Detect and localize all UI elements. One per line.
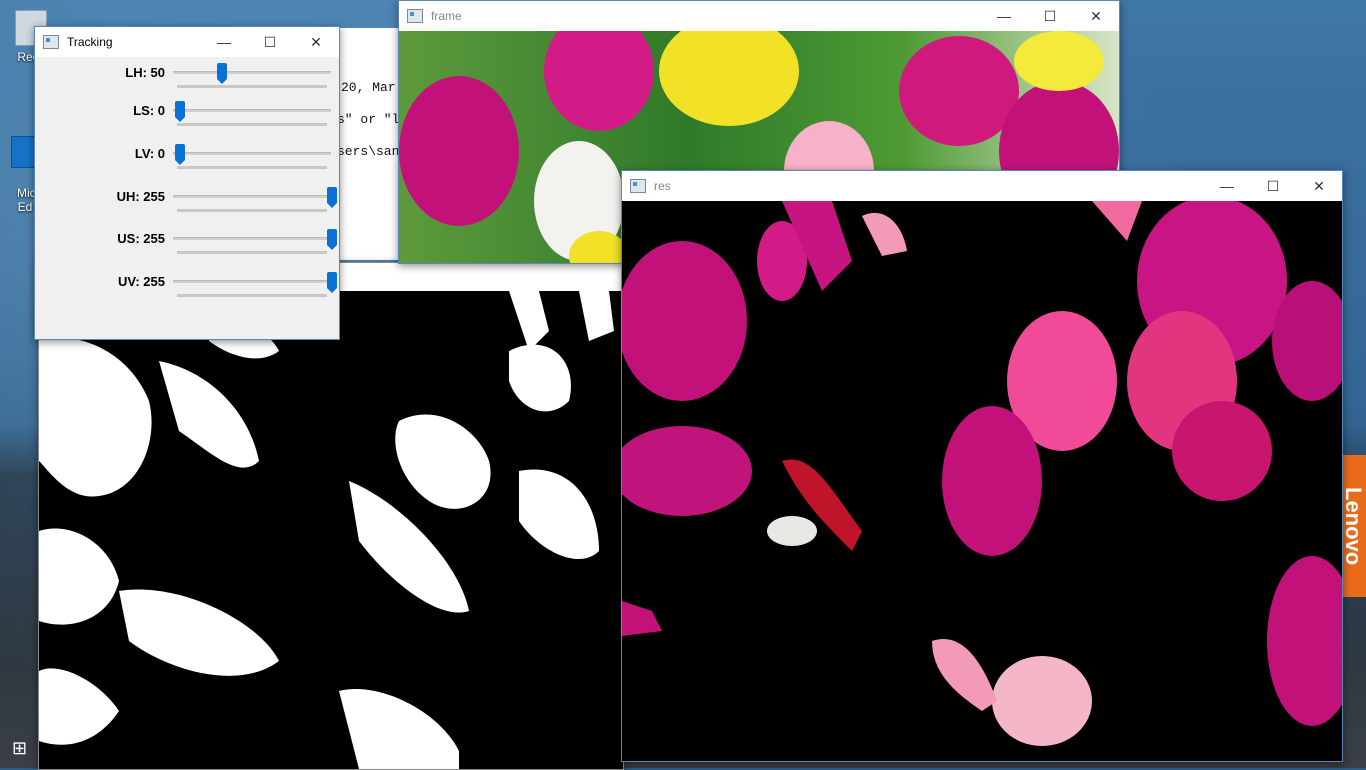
trackbar-tick-bar [177, 209, 327, 212]
frame-titlebar[interactable]: frame — ☐ ✕ [399, 1, 1119, 31]
console-line: sers\san [337, 144, 400, 159]
trackbar-rail[interactable] [173, 237, 331, 240]
trackbar-tick-bar [177, 294, 327, 297]
tracking-window[interactable]: Tracking — ☐ ✕ LH: 50 LS: 0 LV: 0 UH: 255 US… [34, 26, 340, 340]
close-button[interactable]: ✕ [1073, 1, 1119, 31]
trackbar-thumb[interactable] [327, 229, 337, 250]
minimize-button[interactable]: — [201, 27, 247, 57]
res-titlebar[interactable]: res — ☐ ✕ [622, 171, 1342, 201]
trackbar-tick-bar [177, 251, 327, 254]
trackbar-rail[interactable] [173, 71, 331, 74]
trackbar-label: LV: 0 [134, 146, 165, 161]
trackbar-rail[interactable] [173, 280, 331, 283]
maximize-button[interactable]: ☐ [247, 27, 293, 57]
mask-image [39, 291, 623, 769]
trackbar-thumb[interactable] [175, 101, 185, 122]
close-button[interactable]: ✕ [1296, 171, 1342, 201]
console-line: 20, Mar [341, 80, 396, 95]
trackbar-label: UH: 255 [116, 189, 165, 204]
trackbar-thumb[interactable] [327, 272, 337, 293]
trackbar-label: US: 255 [117, 231, 165, 246]
trackbar-label: LS: 0 [133, 103, 165, 118]
tracking-titlebar[interactable]: Tracking — ☐ ✕ [35, 27, 339, 57]
app-icon [407, 9, 423, 23]
res-image [622, 201, 1342, 761]
trackbar-rail[interactable] [173, 152, 331, 155]
minimize-button[interactable]: — [981, 1, 1027, 31]
trackbar-row[interactable]: UV: 255 [35, 268, 339, 308]
trackbar-tick-bar [177, 85, 327, 88]
trackbar-thumb[interactable] [327, 187, 337, 208]
lenovo-badge: Lenovo [1340, 455, 1366, 597]
close-button[interactable]: ✕ [293, 27, 339, 57]
trackbar-row[interactable]: LH: 50 [35, 59, 339, 99]
trackbar-row[interactable]: US: 255 [35, 225, 339, 265]
trackbar-rail[interactable] [173, 195, 331, 198]
window-title: Tracking [67, 35, 113, 49]
console-window: 20, Mar s" or "l sers\san [336, 28, 407, 260]
maximize-button[interactable]: ☐ [1250, 171, 1296, 201]
window-title: frame [431, 9, 462, 23]
trackbar-label: UV: 255 [118, 274, 165, 289]
trackbar-row[interactable]: LV: 0 [35, 140, 339, 180]
trackbar-label: LH: 50 [125, 65, 165, 80]
windows-start-icon[interactable]: ⊞ [12, 738, 34, 760]
trackbar-rail[interactable] [173, 109, 331, 112]
app-icon [630, 179, 646, 193]
app-icon [43, 35, 59, 49]
trackbar-row[interactable]: LS: 0 [35, 97, 339, 137]
window-title: res [654, 179, 671, 193]
maximize-button[interactable]: ☐ [1027, 1, 1073, 31]
console-line: s" or "l [337, 112, 400, 127]
minimize-button[interactable]: — [1204, 171, 1250, 201]
trackbar-tick-bar [177, 123, 327, 126]
trackbar-row[interactable]: UH: 255 [35, 183, 339, 223]
trackbar-thumb[interactable] [217, 63, 228, 84]
trackbar-tick-bar [177, 166, 327, 169]
res-window[interactable]: res — ☐ ✕ [621, 170, 1343, 762]
trackbar-thumb[interactable] [175, 144, 185, 165]
